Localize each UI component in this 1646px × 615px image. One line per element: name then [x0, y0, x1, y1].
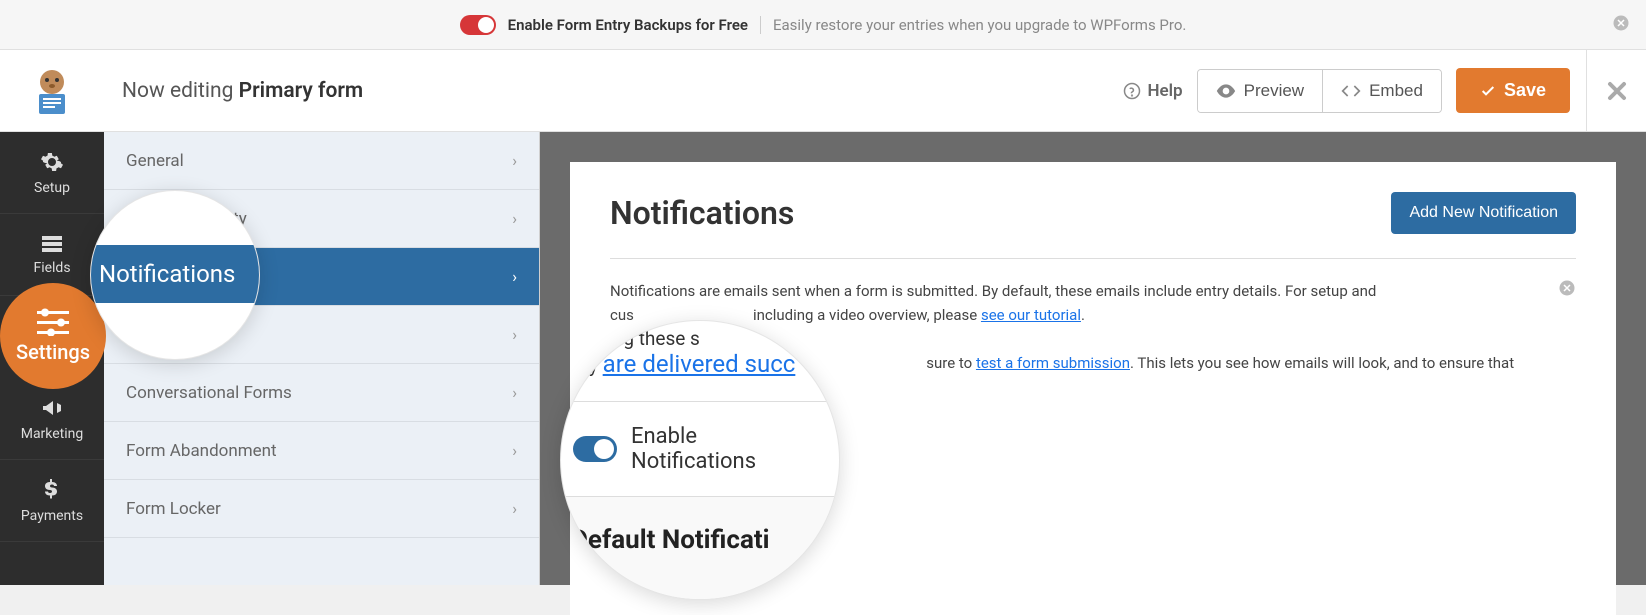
embed-button[interactable]: Embed [1322, 70, 1441, 112]
chevron-right-icon: › [512, 325, 517, 344]
content-area: Notifications Add New Notification Notif… [540, 132, 1646, 585]
wpforms-logo-icon [25, 64, 79, 118]
chevron-right-icon: › [512, 383, 517, 402]
chevron-right-icon: › [512, 441, 517, 460]
page-title: Notifications [610, 194, 794, 232]
test-submission-link[interactable]: test a form submission [976, 354, 1130, 372]
gear-icon [40, 150, 64, 174]
chevron-right-icon: › [512, 151, 517, 170]
editing-title: Now editing Primary form [104, 79, 1123, 103]
check-icon [1480, 83, 1496, 99]
preview-button[interactable]: Preview [1198, 70, 1322, 112]
help-icon [1123, 82, 1141, 100]
save-button[interactable]: Save [1456, 68, 1570, 113]
help-button[interactable]: Help [1123, 81, 1182, 101]
panel-item-confirmations[interactable]: s› [104, 306, 539, 364]
close-builder-button[interactable] [1586, 50, 1646, 132]
notification-description: Notifications are emails sent when a for… [610, 279, 1576, 375]
settings-panel: General› ion and Security› Notifications… [104, 132, 540, 585]
chevron-right-icon: › [512, 209, 517, 228]
add-notification-button[interactable]: Add New Notification [1391, 192, 1576, 234]
chevron-right-icon: › [512, 267, 517, 286]
dismiss-notice-icon[interactable] [1558, 279, 1576, 304]
settings-highlight: Settings [0, 283, 106, 389]
eye-icon [1216, 84, 1236, 98]
panel-item-general[interactable]: General› [104, 132, 539, 190]
banner-toggle-icon[interactable] [460, 15, 496, 35]
sidebar-item-setup[interactable]: Setup [0, 132, 104, 214]
panel-item-locker[interactable]: Form Locker› [104, 480, 539, 538]
panel-item-security[interactable]: ion and Security› [104, 190, 539, 248]
settings-label: Settings [16, 340, 90, 364]
sidebar-label: Setup [34, 180, 70, 196]
chevron-right-icon: › [512, 499, 517, 518]
panel-item-notifications[interactable]: Notifications› [104, 248, 539, 306]
banner-title: Enable Form Entry Backups for Free [508, 16, 748, 34]
sidebar-label: Payments [21, 508, 83, 524]
dollar-icon [43, 478, 61, 502]
banner-close-icon[interactable] [1612, 14, 1630, 36]
sidebar-item-payments[interactable]: Payments [0, 460, 104, 542]
banner-description: Easily restore your entries when you upg… [760, 16, 1186, 34]
panel-item-abandonment[interactable]: Form Abandonment› [104, 422, 539, 480]
bullhorn-icon [40, 396, 64, 420]
code-icon [1341, 84, 1361, 98]
sidebar-label: Fields [33, 260, 70, 276]
builder-header: Now editing Primary form Help Preview Em… [0, 50, 1646, 132]
panel-item-conversational[interactable]: Conversational Forms› [104, 364, 539, 422]
close-icon [1605, 79, 1629, 103]
sidebar-label: Marketing [21, 426, 84, 442]
promo-banner: Enable Form Entry Backups for Free Easil… [0, 0, 1646, 50]
sidebar-item-marketing[interactable]: Marketing [0, 378, 104, 460]
tutorial-link[interactable]: see our tutorial [981, 306, 1081, 324]
list-icon [40, 234, 64, 254]
sliders-icon [37, 308, 69, 336]
